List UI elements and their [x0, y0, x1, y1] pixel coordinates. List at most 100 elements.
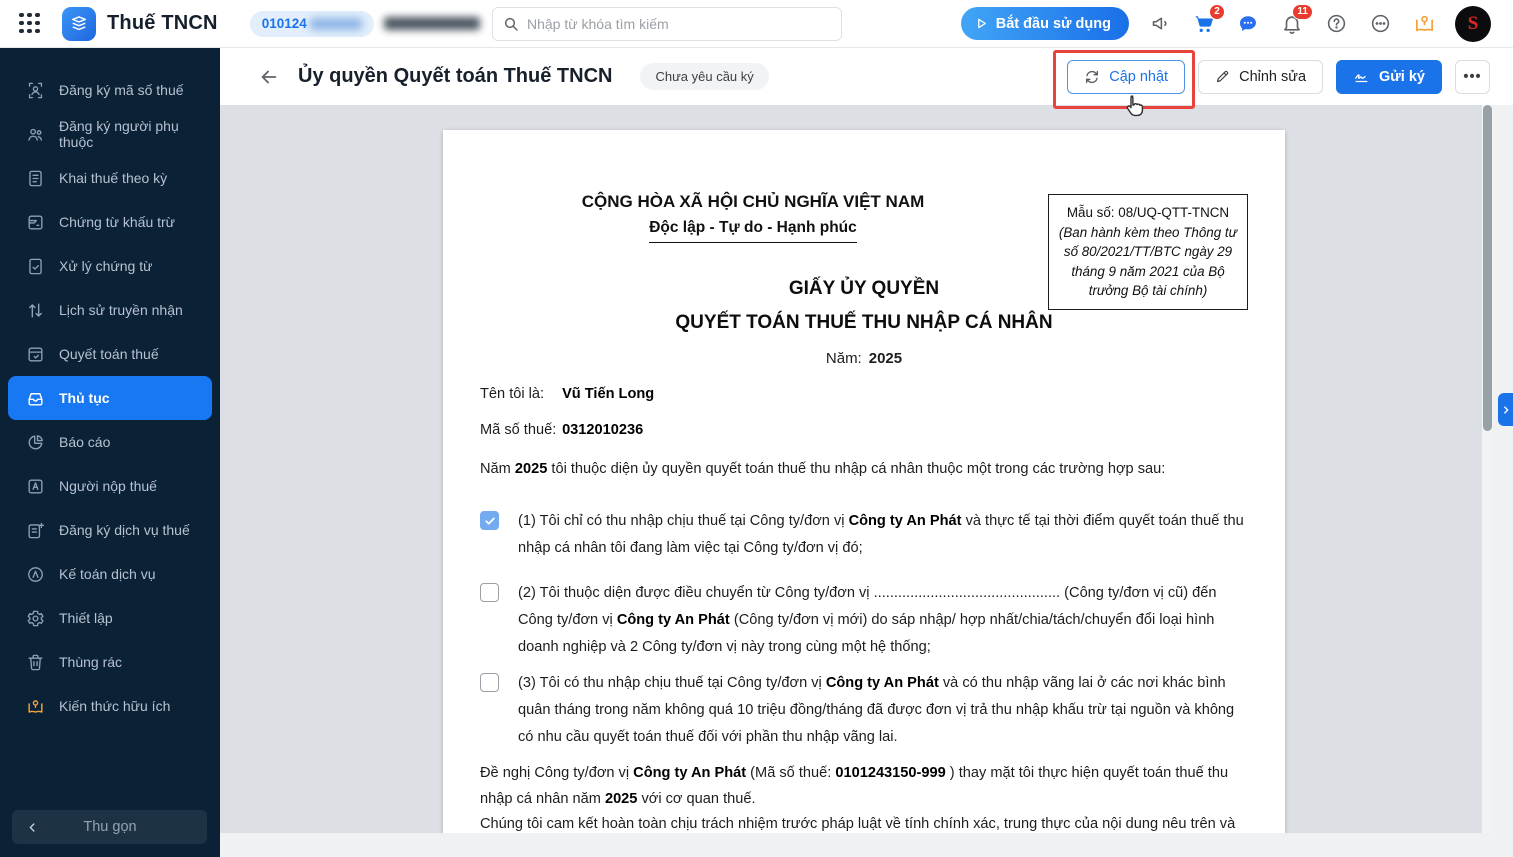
avatar-letter: S: [1467, 12, 1479, 34]
help-icon[interactable]: [1323, 11, 1349, 37]
document-toolbar: Ủy quyền Quyết toán Thuế TNCN Chưa yêu c…: [220, 48, 1513, 116]
search-icon: [503, 16, 519, 32]
content-area: CỘNG HÒA XÃ HỘI CHỦ NGHĨA VIỆT NAM Độc l…: [220, 105, 1513, 857]
clause-1-checkbox[interactable]: [480, 511, 499, 530]
clause-3: (3) Tôi có thu nhập chịu thuế tại Công t…: [480, 670, 1252, 751]
blurred-company-name: [383, 17, 480, 30]
edit-button[interactable]: Chỉnh sửa: [1198, 59, 1324, 94]
user-avatar[interactable]: S: [1455, 5, 1491, 42]
back-button[interactable]: [258, 66, 280, 88]
year-label: Năm:: [825, 350, 862, 367]
topbar: Thuế TNCN 010124 Bắt đầu sử dụng 2 11: [0, 0, 1513, 48]
sidebar-item-label: Khai thuế theo kỳ: [59, 170, 168, 186]
sidebar-item-dang-ky-ma-so-thue[interactable]: Đăng ký mã số thuế: [8, 68, 212, 112]
sidebar-item-chung-tu-khau-tru[interactable]: Chứng từ khấu trừ: [8, 200, 212, 244]
sidebar-item-label: Thủ tục: [59, 390, 110, 406]
blurred-tax-code: [309, 17, 362, 30]
periodic-declaration-icon: [25, 168, 45, 188]
chevron-left-icon: [26, 821, 39, 834]
sidebar-item-label: Đăng ký dịch vụ thuế: [59, 522, 190, 538]
trash-icon: [25, 652, 45, 672]
sync-icon: [1086, 70, 1099, 83]
national-motto-line2: Độc lập - Tự do - Hạnh phúc: [443, 219, 1063, 243]
sidebar-item-thiet-lap[interactable]: Thiết lập: [8, 596, 212, 640]
name-value: Vũ Tiến Long: [562, 386, 655, 402]
more-options-icon[interactable]: [1367, 11, 1393, 37]
start-using-button[interactable]: Bắt đầu sử dụng: [960, 7, 1129, 40]
settings-gear-icon: [25, 608, 45, 628]
clause-2: (2) Tôi thuộc diện được điều chuyển từ C…: [480, 580, 1252, 661]
sidebar: Đăng ký mã số thuế Đăng ký người phụ thu…: [0, 48, 220, 857]
edit-label: Chỉnh sửa: [1239, 68, 1307, 85]
sidebar-collapse-button[interactable]: Thu gọn: [12, 810, 207, 844]
knowledge-lamp-icon[interactable]: [1411, 11, 1437, 37]
cart-badge: 2: [1209, 3, 1225, 20]
signature-icon: [1355, 74, 1368, 83]
document-title-line1: GIẤY ỦY QUYỀN: [788, 278, 940, 299]
sidebar-item-kien-thuc-huu-ich[interactable]: Kiến thức hữu ích: [8, 684, 212, 728]
sidebar-item-label: Đăng ký người phụ thuộc: [59, 118, 179, 150]
clause-3-checkbox[interactable]: [480, 673, 499, 692]
sidebar-item-ke-toan-dich-vu[interactable]: Kế toán dịch vụ: [8, 552, 212, 596]
procedures-icon: [25, 388, 45, 408]
sidebar-item-label: Thùng rác: [59, 654, 123, 670]
company-tax-code: 010124: [261, 16, 307, 31]
toolbar-more-button[interactable]: •••: [1455, 59, 1490, 94]
sidebar-item-quyet-toan-thue[interactable]: Quyết toán thuế: [8, 332, 212, 376]
app-grid-icon[interactable]: [18, 12, 42, 36]
notifications-bell-icon[interactable]: 11: [1279, 3, 1313, 37]
scrollbar-track[interactable]: [1482, 105, 1493, 833]
announcement-icon[interactable]: [1147, 11, 1173, 37]
global-search[interactable]: [492, 7, 842, 41]
send-sign-button[interactable]: Gửi ký: [1336, 59, 1442, 94]
document-page: CỘNG HÒA XÃ HỘI CHỦ NGHĨA VIỆT NAM Độc l…: [443, 130, 1285, 833]
app-title: Thuế TNCN: [107, 12, 218, 34]
company-tax-code-pill[interactable]: 010124: [249, 10, 374, 37]
chevron-right-icon: [1503, 405, 1508, 414]
status-badge: Chưa yêu cầu ký: [640, 63, 769, 90]
update-button-annotation: Cập nhật: [1053, 49, 1196, 116]
sidebar-item-nguoi-nop-thue[interactable]: Người nộp thuế: [8, 464, 212, 508]
commitment-paragraph: Chúng tôi cam kết hoàn toàn chịu trách n…: [480, 816, 1236, 832]
chat-icon[interactable]: [1235, 11, 1261, 37]
sidebar-item-bao-cao[interactable]: Báo cáo: [8, 420, 212, 464]
scrollbar-thumb[interactable]: [1483, 105, 1492, 431]
taxcode-label: Mã số thuế:: [480, 422, 557, 438]
pencil-icon: [1217, 70, 1229, 83]
send-sign-label: Gửi ký: [1379, 68, 1425, 85]
sidebar-item-khai-thue-theo-ky[interactable]: Khai thuế theo kỳ: [8, 156, 212, 200]
sidebar-item-label: Kế toán dịch vụ: [59, 566, 156, 582]
sidebar-item-thung-rac[interactable]: Thùng rác: [8, 640, 212, 684]
reports-pie-icon: [25, 432, 45, 452]
transfer-history-icon: [25, 300, 45, 320]
sidebar-item-label: Đăng ký mã số thuế: [59, 82, 184, 98]
sidebar-item-thu-tuc[interactable]: Thủ tục: [8, 376, 212, 420]
sidebar-item-label: Quyết toán thuế: [59, 346, 159, 362]
notification-badge: 11: [1292, 3, 1313, 20]
national-motto-line1: CỘNG HÒA XÃ HỘI CHỦ NGHĨA VIỆT NAM: [581, 192, 925, 211]
dependents-icon: [25, 124, 45, 144]
update-button[interactable]: Cập nhật: [1067, 59, 1186, 94]
sidebar-item-xu-ly-chung-tu[interactable]: Xử lý chứng từ: [8, 244, 212, 288]
search-input[interactable]: [527, 16, 831, 32]
withholding-voucher-icon: [25, 212, 45, 232]
taxcode-value: 0312010236: [562, 422, 644, 438]
useful-knowledge-icon: [25, 696, 45, 716]
sidebar-item-dang-ky-dich-vu-thue[interactable]: Đăng ký dịch vụ thuế: [8, 508, 212, 552]
sidebar-item-label: Chứng từ khấu trừ: [59, 214, 176, 230]
app-logo-icon[interactable]: [62, 6, 96, 41]
more-dots: •••: [1463, 68, 1482, 85]
name-label: Tên tôi là:: [480, 386, 545, 402]
start-using-label: Bắt đầu sử dụng: [995, 15, 1111, 32]
update-label: Cập nhật: [1109, 68, 1169, 85]
clause-2-checkbox[interactable]: [480, 583, 499, 602]
tax-service-register-icon: [25, 520, 45, 540]
sidebar-item-dang-ky-nguoi-phu-thuoc[interactable]: Đăng ký người phụ thuộc: [8, 112, 212, 156]
cart-icon[interactable]: 2: [1191, 3, 1225, 37]
accounting-service-icon: [25, 564, 45, 584]
page-title: Ủy quyền Quyết toán Thuế TNCN: [298, 65, 613, 87]
sidebar-item-lich-su-truyen-nhan[interactable]: Lịch sử truyền nhận: [8, 288, 212, 332]
document-viewport: CỘNG HÒA XÃ HỘI CHỦ NGHĨA VIỆT NAM Độc l…: [220, 105, 1482, 833]
taxcode-row: Mã số thuế: 0312010236: [480, 422, 643, 438]
side-panel-expand-tab[interactable]: [1498, 393, 1513, 426]
